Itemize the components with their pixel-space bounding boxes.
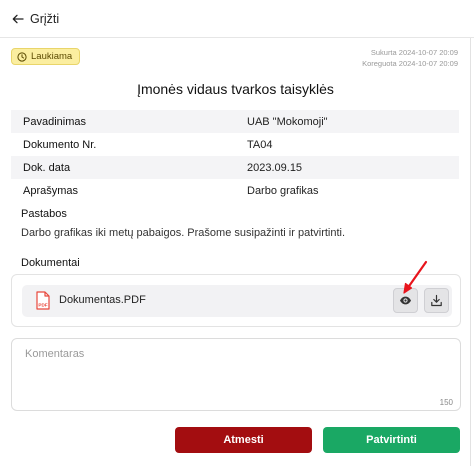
document-card: Laukiama Sukurta 2024-10-07 20:09 Koregu… (0, 38, 471, 466)
pdf-type-label: PDF (38, 303, 47, 308)
table-row: Aprašymas Darbo grafikas (11, 179, 459, 202)
created-timestamp: Sukurta 2024-10-07 20:09 (370, 48, 458, 57)
status-badge: Laukiama (11, 48, 81, 65)
back-button[interactable]: Grįžti (12, 12, 59, 26)
page-title: Įmonės vidaus tvarkos taisyklės (137, 81, 334, 97)
document-meta: Sukurta 2024-10-07 20:09 Koreguota 2024-… (362, 47, 458, 69)
top-bar: Grįžti (0, 0, 474, 38)
clock-icon (17, 51, 27, 62)
field-value: TA04 (247, 138, 273, 151)
notes-text: Darbo grafikas iki metų pabaigos. Prašom… (21, 227, 346, 239)
table-row: Pavadinimas UAB "Mokomoji" (11, 110, 459, 133)
confirm-button[interactable]: Patvirtinti (323, 427, 460, 453)
attachment-item: PDF Dokumentas.PDF (22, 285, 452, 317)
character-counter: 150 (439, 398, 453, 407)
comment-field[interactable] (11, 338, 461, 411)
field-value: 2023.09.15 (247, 161, 303, 174)
preview-button[interactable] (393, 288, 418, 313)
field-value: Darbo grafikas (247, 184, 319, 197)
field-label: Pavadinimas (23, 115, 86, 128)
table-row: Dokumento Nr. TA04 (11, 133, 459, 156)
back-label: Grįžti (30, 11, 60, 26)
attachments-heading: Dokumentai (21, 257, 80, 269)
table-row: Dok. data 2023.09.15 (11, 156, 459, 179)
download-icon (431, 294, 442, 307)
download-button[interactable] (424, 288, 449, 313)
notes-heading: Pastabos (21, 208, 67, 220)
document-details-table: Pavadinimas UAB "Mokomoji" Dokumento Nr.… (11, 110, 459, 202)
field-label: Aprašymas (23, 184, 79, 197)
attachments-panel: PDF Dokumentas.PDF (11, 274, 461, 327)
pdf-file-icon: PDF (36, 291, 50, 310)
field-label: Dokumento Nr. (23, 138, 97, 151)
arrow-left-icon (12, 14, 24, 23)
modified-timestamp: Koreguota 2024-10-07 20:09 (362, 59, 458, 68)
status-label: Laukiama (31, 51, 73, 62)
field-label: Dok. data (23, 161, 71, 174)
eye-icon (400, 296, 411, 305)
field-value: UAB "Mokomoji" (247, 115, 328, 128)
attachment-name: Dokumentas.PDF (59, 294, 146, 306)
reject-button[interactable]: Atmesti (175, 427, 312, 453)
